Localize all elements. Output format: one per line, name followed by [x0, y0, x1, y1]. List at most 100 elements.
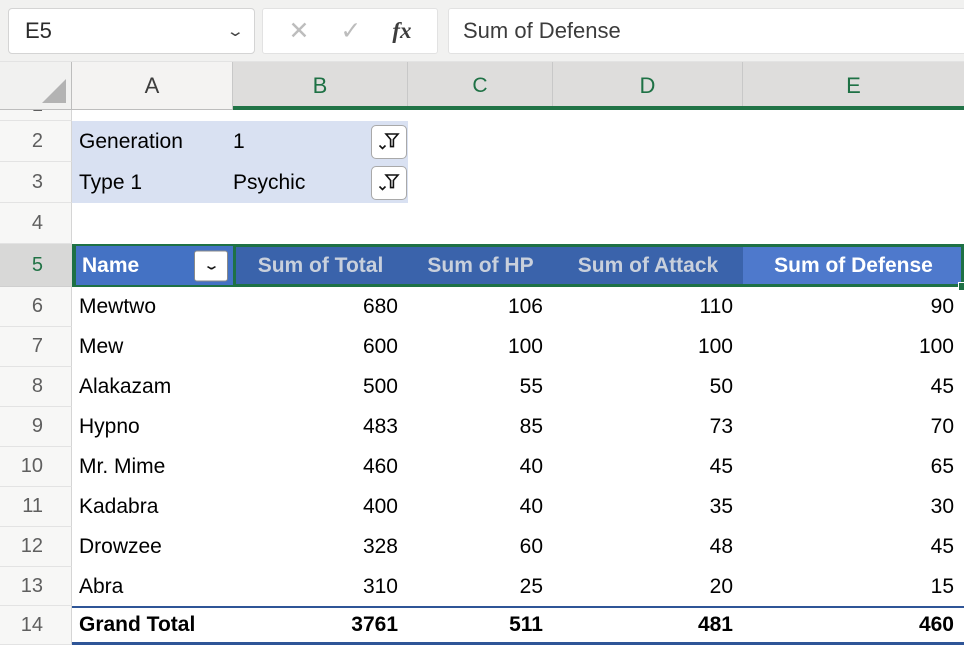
name-cell[interactable]: Drowzee — [72, 527, 233, 567]
insert-function-icon[interactable]: fx — [392, 18, 411, 44]
pivot-value-header-hp[interactable]: Sum of HP — [408, 244, 553, 287]
name-cell[interactable]: Mewtwo — [72, 287, 233, 327]
row-header-6[interactable]: 6 — [0, 287, 72, 327]
cell[interactable] — [408, 203, 553, 244]
cell[interactable] — [233, 110, 408, 121]
defense-cell[interactable]: 65 — [743, 447, 964, 487]
attack-cell[interactable]: 50 — [553, 367, 743, 407]
cell[interactable] — [553, 121, 743, 162]
total-cell[interactable]: 328 — [233, 527, 408, 567]
attack-cell[interactable]: 45 — [553, 447, 743, 487]
col-header-c[interactable]: C — [408, 62, 553, 110]
chevron-down-icon[interactable]: ⌄ — [226, 22, 245, 40]
cell[interactable] — [408, 121, 553, 162]
row-header-5[interactable]: 5 — [0, 244, 72, 287]
formula-bar[interactable]: Sum of Defense — [448, 8, 964, 54]
enter-check-icon[interactable]: ✓ — [340, 16, 361, 46]
grand-total-total-cell[interactable]: 3761 — [233, 608, 408, 642]
row-header-2[interactable]: 2 — [0, 121, 72, 162]
hp-cell[interactable]: 55 — [408, 367, 553, 407]
grand-total-hp-cell[interactable]: 511 — [408, 608, 553, 642]
attack-cell[interactable]: 110 — [553, 287, 743, 327]
cell[interactable] — [553, 203, 743, 244]
cell[interactable] — [408, 162, 553, 203]
attack-cell[interactable]: 73 — [553, 407, 743, 447]
name-cell[interactable]: Alakazam — [72, 367, 233, 407]
total-cell[interactable]: 483 — [233, 407, 408, 447]
row-header-8[interactable]: 8 — [0, 367, 72, 407]
name-cell[interactable]: Abra — [72, 567, 233, 606]
cell[interactable] — [553, 162, 743, 203]
defense-cell[interactable]: 45 — [743, 367, 964, 407]
grand-total-attack-cell[interactable]: 481 — [553, 608, 743, 642]
hp-cell[interactable]: 100 — [408, 327, 553, 367]
cancel-icon[interactable]: ✕ — [288, 16, 309, 46]
attack-cell[interactable]: 100 — [553, 327, 743, 367]
col-header-d[interactable]: D — [553, 62, 743, 110]
row-header-4[interactable]: 4 — [0, 203, 72, 244]
name-box[interactable]: E5 ⌄ — [8, 8, 255, 54]
row-header-12[interactable]: 12 — [0, 527, 72, 567]
name-cell[interactable]: Mr. Mime — [72, 447, 233, 487]
attack-cell[interactable]: 48 — [553, 527, 743, 567]
name-cell[interactable]: Kadabra — [72, 487, 233, 527]
total-cell[interactable]: 310 — [233, 567, 408, 606]
row-header-9[interactable]: 9 — [0, 407, 72, 447]
generation-filter-button[interactable] — [371, 125, 407, 159]
cell[interactable] — [743, 203, 964, 244]
filter-value-type1[interactable]: Psychic — [233, 171, 305, 195]
grand-total-label-cell[interactable]: Grand Total — [72, 608, 233, 642]
total-cell[interactable]: 680 — [233, 287, 408, 327]
cell[interactable] — [72, 203, 233, 244]
defense-cell[interactable]: 15 — [743, 567, 964, 606]
col-header-e[interactable]: E — [743, 62, 964, 110]
row-header-11[interactable]: 11 — [0, 487, 72, 527]
row-header-1[interactable]: 1 — [0, 110, 72, 121]
pivot-value-header-attack[interactable]: Sum of Attack — [553, 244, 743, 287]
attack-cell[interactable]: 35 — [553, 487, 743, 527]
hp-cell[interactable]: 106 — [408, 287, 553, 327]
cell[interactable] — [743, 121, 964, 162]
total-cell[interactable]: 600 — [233, 327, 408, 367]
row-header-14[interactable]: 14 — [0, 606, 72, 645]
grand-total-defense-cell[interactable]: 460 — [743, 608, 964, 642]
defense-cell[interactable]: 100 — [743, 327, 964, 367]
cell[interactable] — [408, 110, 553, 121]
cell[interactable] — [553, 110, 743, 121]
name-cell[interactable]: Mew — [72, 327, 233, 367]
defense-cell[interactable]: 45 — [743, 527, 964, 567]
row-header-10[interactable]: 10 — [0, 447, 72, 487]
hp-cell[interactable]: 40 — [408, 487, 553, 527]
defense-cell[interactable]: 90 — [743, 287, 964, 327]
filter-label-type1[interactable]: Type 1 — [72, 171, 233, 195]
select-all-corner[interactable] — [0, 62, 72, 110]
total-cell[interactable]: 400 — [233, 487, 408, 527]
defense-cell[interactable]: 30 — [743, 487, 964, 527]
type1-filter-button[interactable] — [371, 166, 407, 200]
defense-cell[interactable]: 70 — [743, 407, 964, 447]
row-header-7[interactable]: 7 — [0, 327, 72, 367]
total-cell[interactable]: 460 — [233, 447, 408, 487]
filter-label-generation[interactable]: Generation — [72, 130, 233, 154]
pivot-value-header-defense-active-cell[interactable]: Sum of Defense — [743, 244, 964, 287]
selection-fill-handle[interactable] — [958, 282, 964, 291]
total-cell[interactable]: 500 — [233, 367, 408, 407]
pivot-value-header-total[interactable]: Sum of Total — [233, 244, 408, 287]
cell[interactable] — [743, 110, 964, 121]
hp-cell[interactable]: 60 — [408, 527, 553, 567]
name-cell[interactable]: Hypno — [72, 407, 233, 447]
hp-cell[interactable]: 25 — [408, 567, 553, 606]
cell[interactable] — [743, 162, 964, 203]
name-filter-dropdown-button[interactable]: ⌄ — [194, 250, 228, 281]
attack-cell[interactable]: 20 — [553, 567, 743, 606]
hp-cell[interactable]: 40 — [408, 447, 553, 487]
row-header-3[interactable]: 3 — [0, 162, 72, 203]
filter-value-generation[interactable]: 1 — [233, 130, 245, 154]
cell[interactable] — [72, 110, 233, 121]
col-header-a[interactable]: A — [72, 62, 233, 110]
cell[interactable] — [233, 203, 408, 244]
col-header-b[interactable]: B — [233, 62, 408, 110]
pivot-name-header-cell[interactable]: Name ⌄ — [72, 244, 233, 287]
hp-cell[interactable]: 85 — [408, 407, 553, 447]
row-header-13[interactable]: 13 — [0, 567, 72, 606]
